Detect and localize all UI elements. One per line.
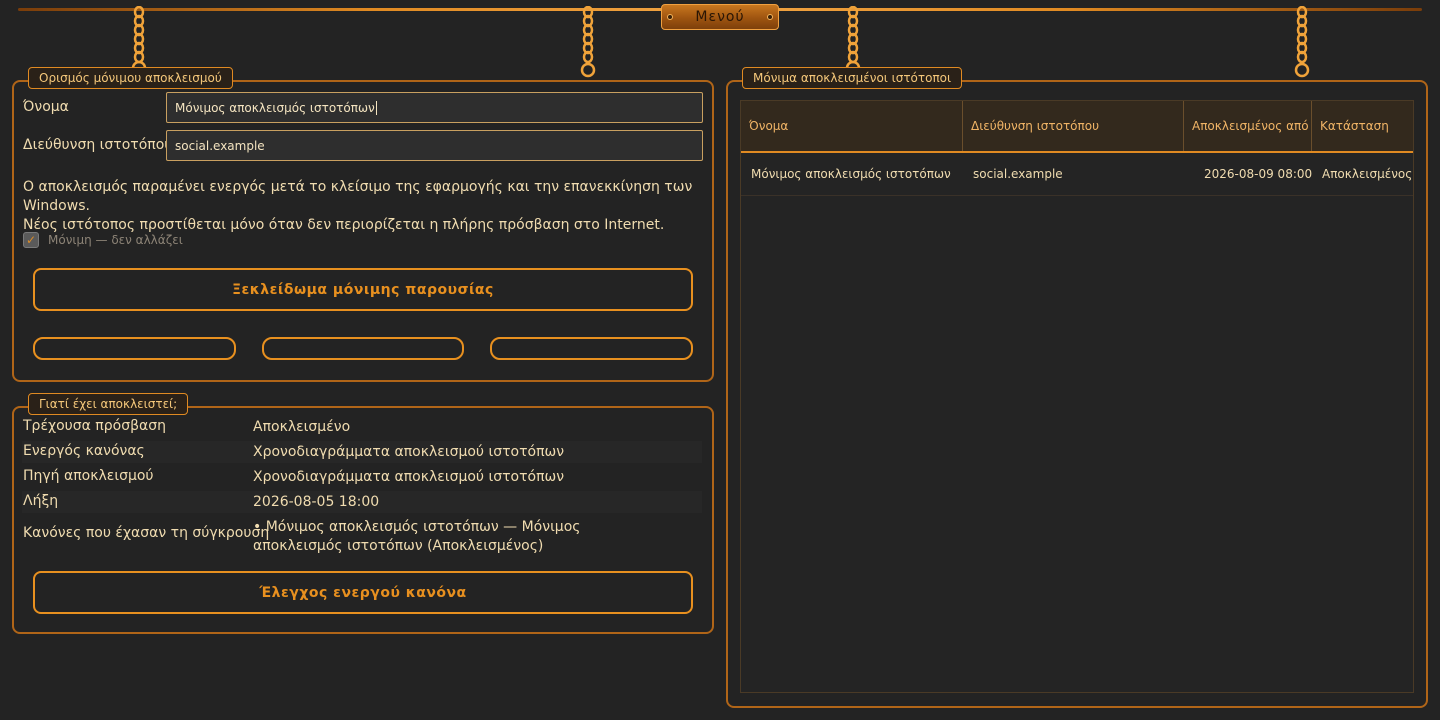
cell-status: Αποκλεισμένος xyxy=(1322,167,1413,181)
rivet-icon xyxy=(767,14,773,20)
name-label: Όνομα xyxy=(23,99,69,115)
cell-address: social.example xyxy=(973,167,1063,181)
check-active-rule-button[interactable]: Έλεγχος ενεργού κανόνα xyxy=(33,571,693,614)
action-button-3[interactable] xyxy=(490,337,693,360)
info-label: Ενεργός κανόνας xyxy=(23,443,145,459)
rivet-icon xyxy=(667,14,673,20)
text-caret xyxy=(375,100,377,115)
address-input-value: social.example xyxy=(175,138,265,153)
info-value: Χρονοδιαγράμματα αποκλεισμού ιστοτόπων xyxy=(253,469,565,485)
definition-legend: Ορισμός μόνιμου αποκλεισμού xyxy=(28,67,233,89)
name-input-value: Μόνιμος αποκλεισμός ιστοτόπων xyxy=(175,100,375,115)
blocked-sites-table: Όνομα Διεύθυνση ιστοτόπου Αποκλεισμένος … xyxy=(740,100,1414,693)
row-divider xyxy=(741,195,1413,196)
info-value: Αποκλεισμένο xyxy=(253,419,351,435)
info-label: Κανόνες που έχασαν τη σύγκρουση xyxy=(23,525,270,541)
action-button-2[interactable] xyxy=(262,337,464,360)
info-value: • Μόνιμος αποκλεισμός ιστοτόπων — Μόνιμο… xyxy=(253,519,581,554)
checkmark-icon: ✓ xyxy=(25,233,37,247)
persistence-notice: Ο αποκλεισμός παραμένει ενεργός μετά το … xyxy=(23,178,703,235)
menu-button[interactable]: Μενού xyxy=(661,4,779,30)
permanent-checkbox[interactable]: ✓ xyxy=(23,232,39,248)
action-button-1[interactable] xyxy=(33,337,236,360)
notice-line: Ο αποκλεισμός παραμένει ενεργός μετά το … xyxy=(23,179,693,214)
address-input[interactable]: social.example xyxy=(166,130,703,161)
column-header-blocked-from[interactable]: Αποκλεισμένος από xyxy=(1184,101,1312,151)
cell-name: Μόνιμος αποκλεισμός ιστοτόπων xyxy=(751,167,951,181)
info-value: Χρονοδιαγράμματα αποκλεισμού ιστοτόπων xyxy=(253,444,565,460)
permanent-checkbox-row: ✓ Μόνιμη — δεν αλλάζει xyxy=(23,232,183,248)
column-header-status[interactable]: Κατάσταση xyxy=(1312,101,1413,151)
address-label: Διεύθυνση ιστοτόπου xyxy=(23,137,173,153)
why-legend: Γιατί έχει αποκλειστεί; xyxy=(28,393,189,415)
cell-blocked-from: 2026-08-09 08:00 xyxy=(1204,167,1313,181)
chain-decoration xyxy=(1294,6,1310,78)
info-label: Λήξη xyxy=(23,493,59,509)
menu-button-label: Μενού xyxy=(695,9,745,25)
info-value: 2026-08-05 18:00 xyxy=(253,494,380,510)
permanent-checkbox-label: Μόνιμη — δεν αλλάζει xyxy=(48,233,183,247)
info-label: Τρέχουσα πρόσβαση xyxy=(23,418,166,434)
blocked-sites-legend: Μόνιμα αποκλεισμένοι ιστότοποι xyxy=(742,67,963,89)
info-label: Πηγή αποκλεισμού xyxy=(23,468,154,484)
name-input[interactable]: Μόνιμος αποκλεισμός ιστοτόπων xyxy=(166,92,703,123)
unlock-permanent-button[interactable]: Ξεκλείδωμα μόνιμης παρουσίας xyxy=(33,268,693,311)
chain-decoration xyxy=(580,6,596,78)
column-header-name[interactable]: Όνομα xyxy=(741,101,963,151)
table-header: Όνομα Διεύθυνση ιστοτόπου Αποκλεισμένος … xyxy=(741,101,1413,153)
column-header-address[interactable]: Διεύθυνση ιστοτόπου xyxy=(963,101,1184,151)
